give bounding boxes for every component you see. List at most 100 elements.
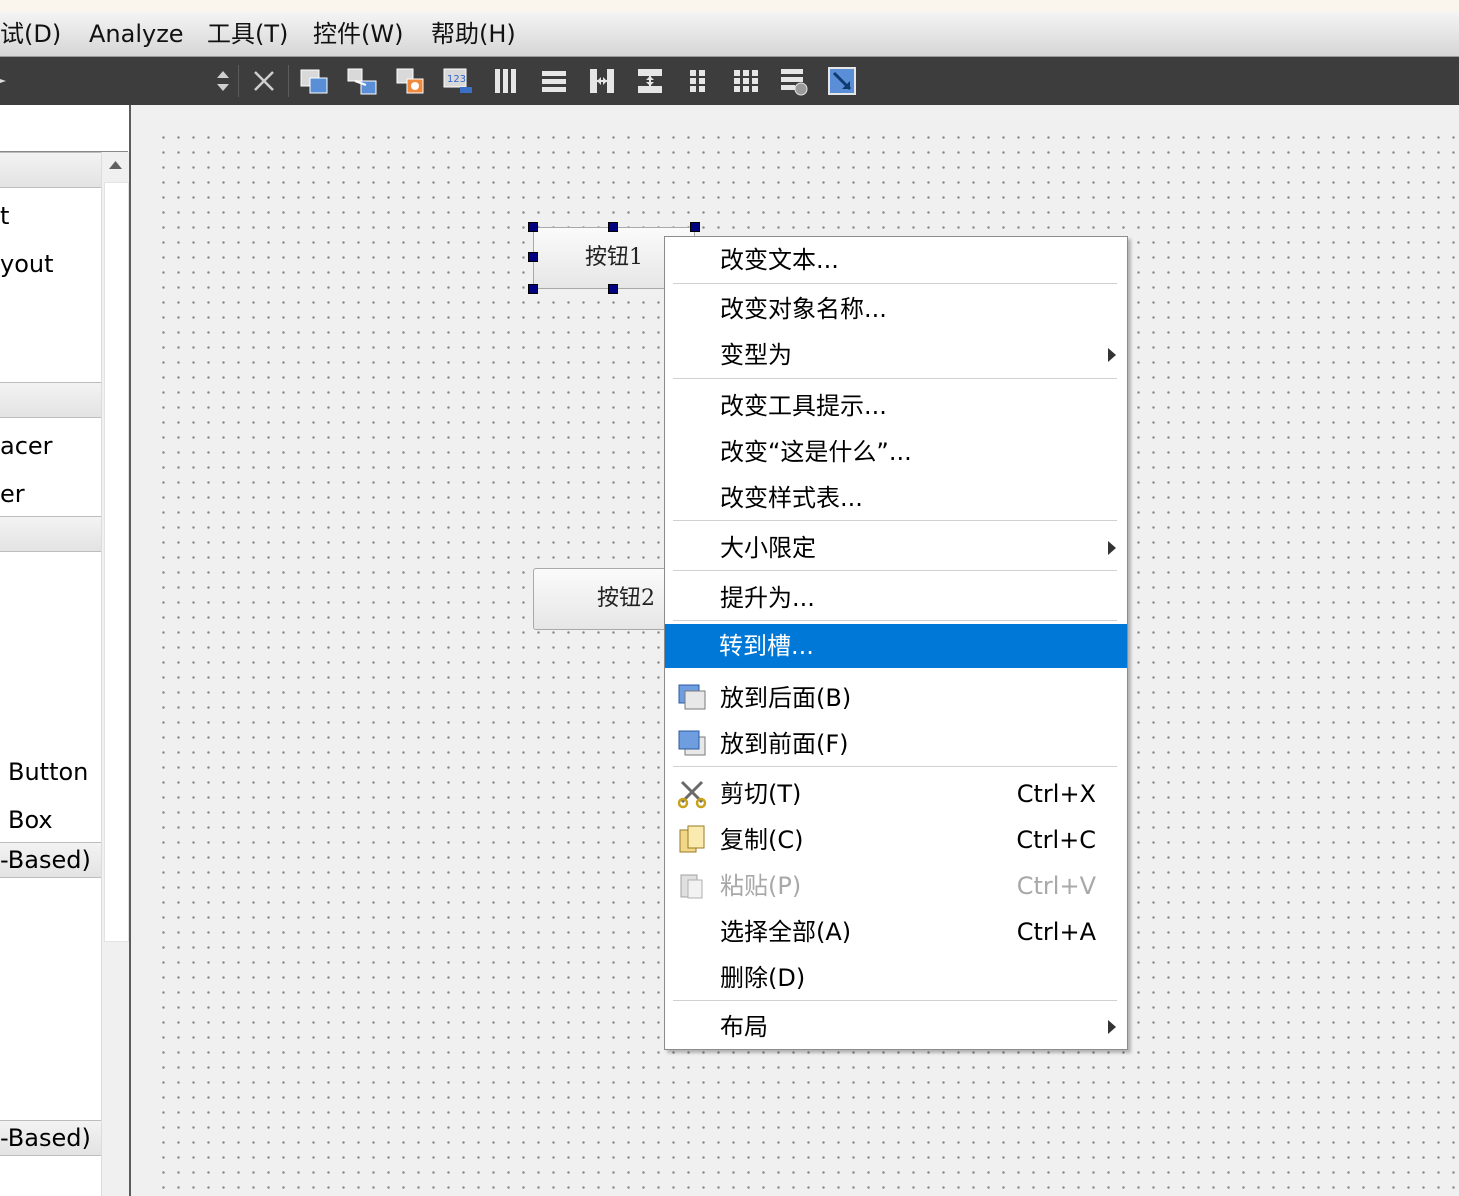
- menu-item-label: 改变“这是什么”...: [720, 438, 912, 466]
- menu-separator: [673, 283, 1117, 284]
- widget-list-scrollbar[interactable]: [101, 152, 129, 1196]
- menu-item-label: 改变工具提示...: [720, 392, 887, 420]
- menu-analyze[interactable]: Analyze: [89, 18, 184, 50]
- edit-widgets-icon[interactable]: [298, 65, 330, 97]
- menu-item-shortcut: Ctrl+A: [1016, 918, 1096, 946]
- widget-item-layout[interactable]: t: [0, 200, 9, 232]
- menu-separator: [673, 620, 1117, 621]
- menu-item-label: 删除(D): [720, 964, 806, 992]
- bring-to-front-icon: [676, 728, 708, 760]
- category-header-item-views[interactable]: -Based): [0, 842, 101, 878]
- menu-item-label: 布局: [720, 1013, 768, 1041]
- layout-form-icon[interactable]: [682, 65, 714, 97]
- menu-tools[interactable]: 工具(T): [207, 18, 288, 50]
- widget-item-button[interactable]: Button: [8, 756, 88, 788]
- sort-arrows-icon[interactable]: [210, 65, 236, 97]
- menu-item-shortcut: Ctrl+C: [1016, 826, 1096, 854]
- widget-item-spacer-2[interactable]: er: [0, 478, 25, 510]
- resize-handle[interactable]: [528, 222, 538, 232]
- category-header-item-widgets[interactable]: -Based): [0, 1120, 101, 1156]
- category-header-buttons[interactable]: [0, 516, 101, 552]
- adjust-size-icon[interactable]: [826, 65, 858, 97]
- menu-item-change-stylesheet[interactable]: 改变样式表...: [666, 476, 1126, 520]
- widget-item-spacer[interactable]: acer: [0, 430, 53, 462]
- menu-item-size-constraints[interactable]: 大小限定: [666, 526, 1126, 570]
- layout-vertical-splitter-icon[interactable]: [634, 65, 666, 97]
- send-to-back-icon: [676, 682, 708, 714]
- layout-horizontal-splitter-icon[interactable]: [586, 65, 618, 97]
- menu-item-bring-to-front[interactable]: 放到前面(F): [666, 722, 1126, 766]
- toolbar-separator: [238, 65, 239, 97]
- menu-item-delete[interactable]: 删除(D): [666, 956, 1126, 1000]
- widget-box-panel: t yout acer er Button Box -Based) -Based…: [0, 105, 129, 1196]
- category-header-spacers[interactable]: [0, 382, 101, 418]
- toolbar-overflow-icon: [0, 65, 10, 97]
- edit-signals-slots-icon[interactable]: [346, 65, 378, 97]
- edit-tab-order-icon[interactable]: 123: [442, 65, 474, 97]
- submenu-arrow-icon: [1108, 1020, 1116, 1034]
- category-header[interactable]: [0, 152, 101, 188]
- resize-handle[interactable]: [608, 284, 618, 294]
- scroll-up-icon[interactable]: [102, 152, 129, 180]
- menu-item-layout[interactable]: 布局: [666, 1005, 1126, 1049]
- menu-item-label: 放到后面(B): [720, 684, 852, 712]
- menu-item-go-to-slot[interactable]: 转到槽...: [665, 624, 1127, 668]
- menu-item-morph-into[interactable]: 变型为: [666, 333, 1126, 377]
- category-label: -Based): [0, 846, 91, 874]
- menu-separator: [673, 766, 1117, 767]
- close-icon[interactable]: [248, 65, 280, 97]
- menu-item-shortcut: Ctrl+X: [1016, 780, 1096, 808]
- widget-item-layout-2[interactable]: yout: [0, 248, 54, 280]
- menu-item-copy[interactable]: 复制(C) Ctrl+C: [666, 818, 1126, 862]
- menu-item-paste: 粘贴(P) Ctrl+V: [666, 864, 1126, 908]
- edit-buddies-icon[interactable]: [394, 65, 426, 97]
- submenu-arrow-icon: [1108, 348, 1116, 362]
- menu-item-label: 变型为: [720, 341, 792, 369]
- menu-item-shortcut: Ctrl+V: [1016, 872, 1096, 900]
- menu-item-change-tooltip[interactable]: 改变工具提示...: [666, 384, 1126, 428]
- menu-help[interactable]: 帮助(H): [431, 18, 516, 50]
- menu-item-change-text[interactable]: 改变文本...: [666, 238, 1126, 282]
- menu-item-label: 复制(C): [720, 826, 804, 854]
- layout-grid-icon[interactable]: [730, 65, 762, 97]
- widget-list: t yout acer er Button Box -Based) -Based…: [0, 152, 101, 1196]
- menu-separator: [673, 520, 1117, 521]
- menu-debug[interactable]: 试(D): [0, 18, 61, 50]
- menu-item-label: 提升为...: [720, 584, 815, 612]
- menu-item-label: 剪切(T): [720, 780, 802, 808]
- menu-item-cut[interactable]: 剪切(T) Ctrl+X: [666, 772, 1126, 816]
- menu-item-change-object-name[interactable]: 改变对象名称...: [666, 287, 1126, 331]
- layout-horizontal-icon[interactable]: [490, 65, 522, 97]
- push-button-2-label: 按钮2: [597, 586, 655, 611]
- menu-item-send-to-back[interactable]: 放到后面(B): [666, 676, 1126, 720]
- menu-bar: 试(D) Analyze 工具(T) 控件(W) 帮助(H): [0, 12, 1459, 57]
- scissors-icon: [676, 778, 708, 810]
- resize-handle[interactable]: [690, 222, 700, 232]
- menu-item-label: 选择全部(A): [720, 918, 852, 946]
- copy-icon: [676, 824, 708, 856]
- category-label: -Based): [0, 1124, 91, 1152]
- layout-vertical-icon[interactable]: [538, 65, 570, 97]
- menu-separator: [673, 570, 1117, 571]
- menu-item-promote-to[interactable]: 提升为...: [666, 576, 1126, 620]
- break-layout-icon[interactable]: [778, 65, 810, 97]
- toolbar-separator: [288, 65, 289, 97]
- widget-filter-field[interactable]: [0, 105, 128, 152]
- menu-item-select-all[interactable]: 选择全部(A) Ctrl+A: [666, 910, 1126, 954]
- scrollbar-thumb[interactable]: [104, 182, 129, 942]
- resize-handle[interactable]: [528, 252, 538, 262]
- widget-item-box[interactable]: Box: [8, 804, 53, 836]
- menu-item-label: 改变样式表...: [720, 484, 863, 512]
- submenu-arrow-icon: [1108, 541, 1116, 555]
- menu-separator: [673, 1000, 1117, 1001]
- designer-toolbar: 123: [0, 57, 1459, 105]
- menu-widgets[interactable]: 控件(W): [313, 18, 403, 50]
- resize-handle[interactable]: [528, 284, 538, 294]
- menu-separator: [673, 378, 1117, 379]
- menu-item-label: 粘贴(P): [720, 872, 802, 900]
- menu-item-change-whats-this[interactable]: 改变“这是什么”...: [666, 430, 1126, 474]
- menu-item-label: 改变对象名称...: [720, 295, 887, 323]
- menu-item-label: 改变文本...: [720, 246, 839, 274]
- resize-handle[interactable]: [608, 222, 618, 232]
- menu-item-label: 大小限定: [720, 534, 816, 562]
